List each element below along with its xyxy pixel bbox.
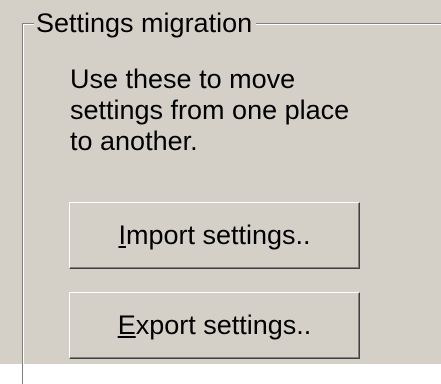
settings-migration-panel: Settings migration Use these to move set… xyxy=(0,0,441,384)
export-label-rest: xport settings.. xyxy=(135,310,312,340)
description-line: settings from one place xyxy=(70,95,350,125)
export-settings-button[interactable]: Export settings.. xyxy=(69,292,360,359)
description-text: Use these to move settings from one plac… xyxy=(70,64,410,157)
export-mnemonic: E xyxy=(117,310,136,340)
import-mnemonic: I xyxy=(118,220,126,250)
import-settings-label: Import settings.. xyxy=(118,220,310,251)
import-settings-button[interactable]: Import settings.. xyxy=(69,202,360,269)
group-box-title: Settings migration xyxy=(34,8,257,38)
export-settings-label: Export settings.. xyxy=(118,310,312,341)
description-line: to another. xyxy=(70,126,198,156)
description-line: Use these to move xyxy=(70,64,296,94)
import-label-rest: mport settings.. xyxy=(125,220,311,250)
